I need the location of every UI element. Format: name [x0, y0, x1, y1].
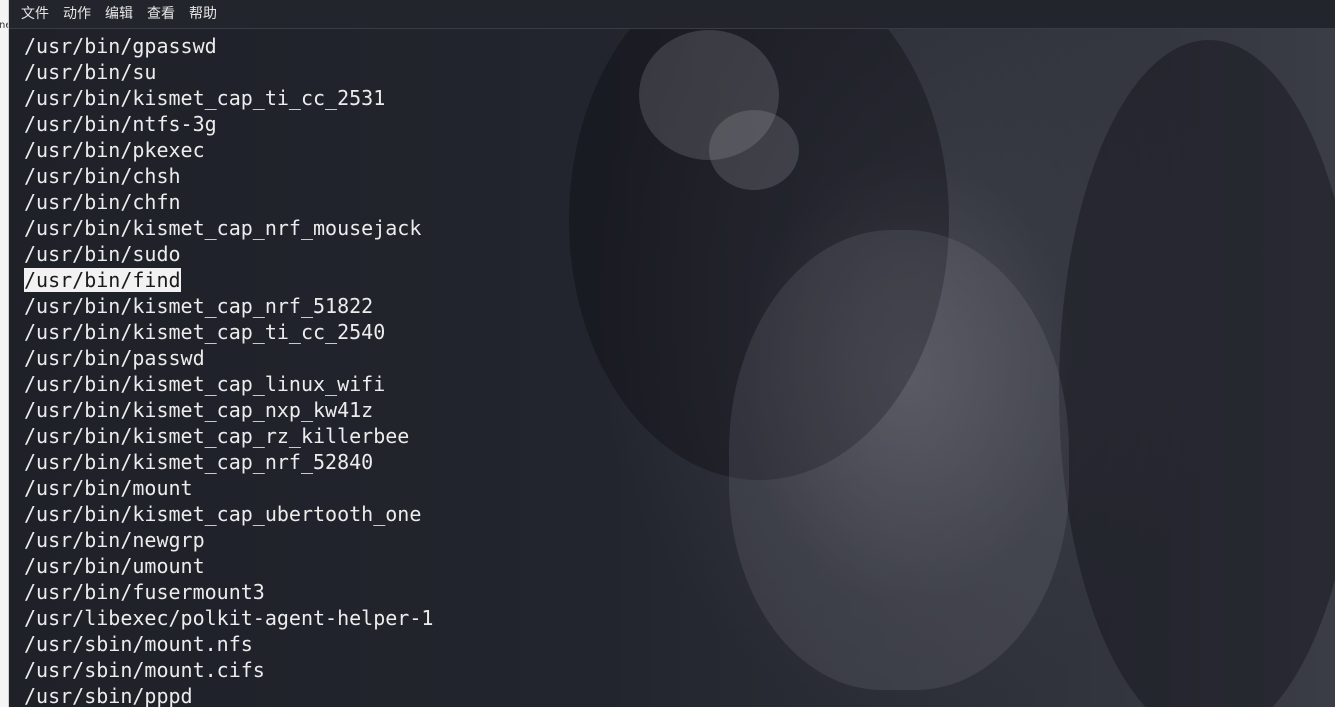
line-text: /usr/bin/kismet_cap_ubertooth_one [24, 502, 422, 526]
terminal-line: /usr/bin/passwd [24, 345, 433, 371]
terminal-menubar: 文件 动作 编辑 查看 帮助 [9, 0, 1335, 29]
line-text: /usr/bin/gpasswd [24, 34, 217, 58]
terminal-line: /usr/bin/ntfs-3g [24, 111, 433, 137]
terminal-line: /usr/bin/newgrp [24, 527, 433, 553]
menu-help[interactable]: 帮助 [189, 0, 217, 29]
menu-view[interactable]: 查看 [147, 0, 175, 29]
terminal-line: /usr/sbin/pppd [24, 683, 433, 707]
terminal-line: /usr/bin/fusermount3 [24, 579, 433, 605]
terminal-line: /usr/bin/kismet_cap_nrf_mousejack [24, 215, 433, 241]
selected-text: /usr/bin/find [24, 268, 181, 292]
line-text: /usr/bin/ntfs-3g [24, 112, 217, 136]
terminal-line: /usr/bin/su [24, 59, 433, 85]
terminal-line: /usr/bin/kismet_cap_nrf_52840 [24, 449, 433, 475]
line-text: /usr/bin/chsh [24, 164, 181, 188]
line-text: /usr/bin/kismet_cap_linux_wifi [24, 372, 386, 396]
menu-actions[interactable]: 动作 [63, 0, 91, 29]
line-text: /usr/bin/su [24, 60, 157, 84]
terminal-line: /usr/bin/gpasswd [24, 33, 433, 59]
menu-file[interactable]: 文件 [21, 0, 49, 29]
line-text: /usr/sbin/mount.nfs [24, 632, 253, 656]
terminal-line: /usr/bin/kismet_cap_linux_wifi [24, 371, 433, 397]
terminal-line: /usr/bin/find [24, 267, 433, 293]
line-text: /usr/bin/kismet_cap_nrf_51822 [24, 294, 374, 318]
line-text: /usr/bin/umount [24, 554, 205, 578]
terminal-line: /usr/bin/kismet_cap_ti_cc_2531 [24, 85, 433, 111]
terminal-line: /usr/bin/mount [24, 475, 433, 501]
terminal-line: /usr/bin/umount [24, 553, 433, 579]
line-text: /usr/bin/kismet_cap_ti_cc_2540 [24, 320, 386, 344]
line-text: /usr/bin/passwd [24, 346, 205, 370]
terminal-line: /usr/sbin/mount.cifs [24, 657, 433, 683]
line-text: /usr/libexec/polkit-agent-helper-1 [24, 606, 434, 630]
terminal-line: /usr/bin/chfn [24, 189, 433, 215]
terminal-line: /usr/bin/chsh [24, 163, 433, 189]
terminal-line: /usr/bin/sudo [24, 241, 433, 267]
line-text: /usr/bin/kismet_cap_nrf_mousejack [24, 216, 422, 240]
terminal-line: /usr/bin/kismet_cap_rz_killerbee [24, 423, 433, 449]
line-text: /usr/bin/kismet_cap_nrf_52840 [24, 450, 374, 474]
terminal-line: /usr/bin/kismet_cap_nrf_51822 [24, 293, 433, 319]
line-text: /usr/bin/fusermount3 [24, 580, 265, 604]
line-text: /usr/sbin/pppd [24, 684, 193, 707]
terminal-line: /usr/bin/kismet_cap_ti_cc_2540 [24, 319, 433, 345]
line-text: /usr/bin/chfn [24, 190, 181, 214]
terminal-line: /usr/bin/kismet_cap_nxp_kw41z [24, 397, 433, 423]
line-text: /usr/bin/pkexec [24, 138, 205, 162]
line-text: /usr/bin/kismet_cap_nxp_kw41z [24, 398, 374, 422]
line-text: /usr/sbin/mount.cifs [24, 658, 265, 682]
line-text: /usr/bin/sudo [24, 242, 181, 266]
terminal-window[interactable]: 文件 动作 编辑 查看 帮助 /usr/bin/gpasswd/usr/bin/… [9, 0, 1335, 707]
line-text: /usr/bin/kismet_cap_rz_killerbee [24, 424, 410, 448]
background-window-edge: ne [0, 0, 9, 707]
line-text: /usr/bin/kismet_cap_ti_cc_2531 [24, 86, 386, 110]
line-text: /usr/bin/mount [24, 476, 193, 500]
terminal-line: /usr/bin/pkexec [24, 137, 433, 163]
terminal-line: /usr/libexec/polkit-agent-helper-1 [24, 605, 433, 631]
line-text: /usr/bin/newgrp [24, 528, 205, 552]
terminal-line: /usr/sbin/mount.nfs [24, 631, 433, 657]
menu-edit[interactable]: 编辑 [105, 0, 133, 29]
terminal-output[interactable]: /usr/bin/gpasswd/usr/bin/su/usr/bin/kism… [24, 33, 433, 707]
terminal-line: /usr/bin/kismet_cap_ubertooth_one [24, 501, 433, 527]
